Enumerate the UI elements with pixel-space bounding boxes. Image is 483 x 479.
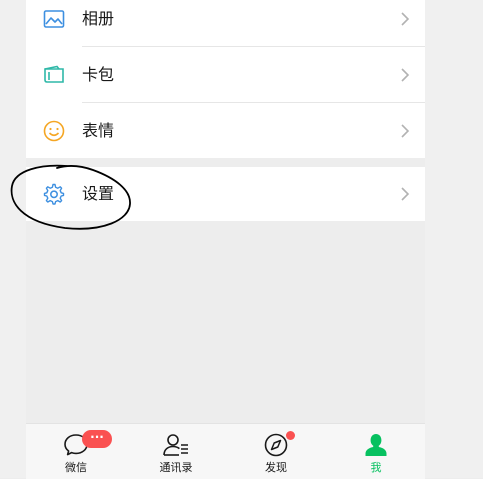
chevron-right-icon [401,124,410,138]
me-icon [365,434,387,456]
tab-me-label: 我 [370,461,382,474]
background-left [0,0,26,478]
tab-contacts-label: 通讯录 [159,461,193,474]
sticker-icon [42,119,66,143]
me-page: 相册 卡包 表情 设置 ··· 微信 通讯录 发现 我 [26,0,425,479]
gear-icon [42,182,66,206]
menu-item-album-label: 相册 [82,9,115,28]
chevron-right-icon [401,187,410,201]
bottom-tab-bar: ··· 微信 通讯录 发现 我 [26,423,425,479]
menu-item-sticker[interactable]: 表情 [26,103,425,159]
tab-me[interactable]: 我 [326,424,426,479]
menu-item-settings-label: 设置 [82,184,115,203]
chevron-right-icon [401,12,410,26]
chevron-right-icon [401,68,410,82]
menu-item-sticker-label: 表情 [82,121,115,140]
background-right [425,0,483,478]
tab-chats[interactable]: ··· 微信 [26,424,126,479]
menu-item-settings[interactable]: 设置 [26,166,425,222]
card-wallet-icon [42,63,66,87]
menu-item-album[interactable]: 相册 [26,0,425,47]
tab-discover[interactable]: 发现 [226,424,326,479]
unread-badge: ··· [82,430,112,448]
album-icon [42,7,66,31]
menu-group-main: 相册 卡包 表情 [26,0,425,158]
menu-item-card-wallet-label: 卡包 [82,65,115,84]
menu-group-settings: 设置 [26,167,425,221]
tab-discover-label: 发现 [265,461,287,474]
contacts-icon [163,434,188,456]
menu-item-card-wallet[interactable]: 卡包 [26,47,425,103]
tab-contacts[interactable]: 通讯录 [126,424,226,479]
new-moments-dot [286,431,295,440]
tab-chats-label: 微信 [65,461,87,474]
